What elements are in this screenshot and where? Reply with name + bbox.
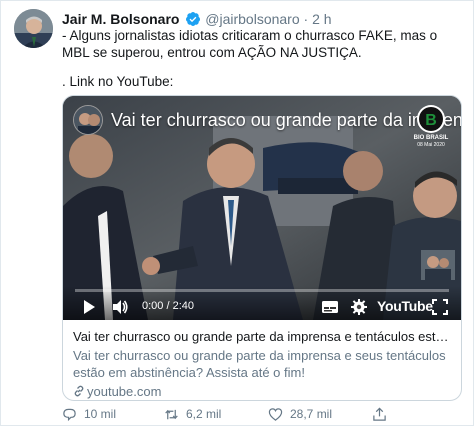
card-description: Vai ter churrasco ou grande parte da imp… (73, 348, 446, 380)
link-icon (74, 385, 84, 397)
tweet-text-line: . Link no YouTube: (62, 74, 174, 89)
retweet-button[interactable]: 6,2 mil (164, 405, 221, 423)
card-info[interactable]: Vai ter churrasco ou grande parte da imp… (63, 320, 461, 400)
reply-icon (63, 408, 76, 421)
card-title[interactable]: Vai ter churrasco ou grande parte da imp… (73, 328, 451, 345)
card-domain-text: youtube.com (87, 384, 162, 399)
end-screen-thumbnail[interactable] (421, 250, 455, 280)
verified-badge-icon (186, 12, 201, 26)
avatar[interactable] (14, 9, 53, 48)
play-icon[interactable] (81, 298, 97, 316)
like-button[interactable]: 28,7 mil (268, 405, 332, 423)
video-controls: 0:00 / 2:40 YouTube (63, 286, 461, 320)
youtube-logo[interactable]: YouTube (377, 298, 433, 314)
bio-brasil-logo-icon: B (417, 105, 445, 133)
video-title[interactable]: Vai ter churrasco ou grande parte da imp… (111, 110, 461, 131)
volume-icon[interactable] (111, 298, 129, 316)
channel-name: BIO BRASIL (413, 135, 449, 141)
separator: · (303, 11, 309, 27)
reply-count: 10 mil (84, 407, 117, 421)
heart-icon (268, 407, 283, 421)
avatar-image (14, 9, 53, 48)
fullscreen-icon[interactable] (431, 298, 449, 316)
progress-bar[interactable] (75, 289, 449, 292)
author-name[interactable]: Jair M. Bolsonaro (62, 11, 179, 27)
share-icon (373, 407, 386, 421)
tweet-actions: 10 mil 6,2 mil 28,7 mil (62, 405, 462, 423)
video-player[interactable]: Vai ter churrasco ou grande parte da imp… (63, 96, 461, 320)
handle[interactable]: @jairbolsonaro (205, 11, 299, 27)
like-count: 28,7 mil (290, 407, 333, 421)
retweet-icon (165, 409, 178, 419)
link-card[interactable]: Vai ter churrasco ou grande parte da imp… (62, 95, 462, 401)
tweet-text: - Alguns jornalistas idiotas criticaram … (62, 27, 462, 90)
share-button[interactable] (372, 405, 394, 423)
tweet-time[interactable]: 2 h (312, 11, 331, 27)
subtitles-icon[interactable] (321, 298, 339, 316)
svg-text:B: B (425, 112, 437, 129)
gear-icon[interactable] (350, 298, 368, 316)
tweet-text-line: - Alguns jornalistas idiotas criticaram … (62, 28, 438, 60)
card-domain[interactable]: youtube.com (73, 383, 451, 400)
channel-avatar[interactable] (73, 105, 103, 135)
reply-button[interactable]: 10 mil (62, 405, 116, 423)
tweet-header: Jair M. Bolsonaro @jairbolsonaro · 2 h (62, 10, 332, 28)
tweet[interactable]: Jair M. Bolsonaro @jairbolsonaro · 2 h -… (0, 0, 474, 426)
video-time: 0:00 / 2:40 (142, 300, 194, 312)
retweet-count: 6,2 mil (186, 407, 222, 421)
channel-date: 08 Mai 2020 (417, 142, 445, 148)
end-screen-thumbnail-image (421, 250, 455, 280)
